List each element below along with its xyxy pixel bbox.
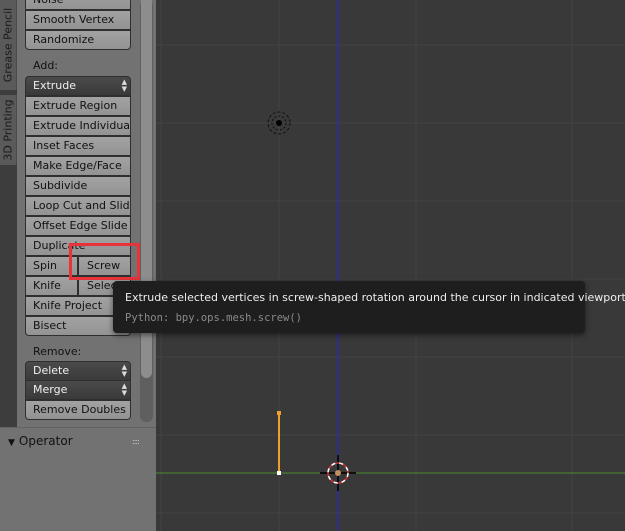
- extrude-dropdown-label: Extrude: [33, 79, 77, 92]
- remove-label: Remove:: [33, 345, 82, 358]
- operator-panel-header[interactable]: ▼ Operator: [8, 434, 73, 448]
- delete-dropdown[interactable]: Delete ▲ ▼: [25, 361, 131, 381]
- tooltip-description: Extrude selected vertices in screw-shape…: [125, 291, 625, 304]
- updown-arrows-icon: ▲ ▼: [121, 363, 127, 378]
- extrude-individual-button[interactable]: Extrude Individual: [25, 116, 131, 136]
- tooltip: Extrude selected vertices in screw-shape…: [113, 281, 625, 333]
- drag-grip-icon[interactable]: ::::: [132, 437, 140, 446]
- make-edge-face-button[interactable]: Make Edge/Face: [25, 156, 131, 176]
- 3d-cursor-icon[interactable]: [320, 455, 356, 491]
- offset-edge-slide-button[interactable]: Offset Edge Slide: [25, 216, 131, 236]
- tool-tabs: Grease Pencil 3D Printing: [0, 0, 17, 427]
- extrude-dropdown[interactable]: Extrude ▲ ▼: [25, 76, 131, 96]
- viewport-canvas: [156, 0, 625, 531]
- tooltip-python: Python: bpy.ops.mesh.screw(): [125, 312, 303, 324]
- merge-dropdown-label: Merge: [33, 383, 68, 396]
- updown-arrows-icon: ▲ ▼: [121, 78, 127, 93]
- grid: [156, 0, 625, 531]
- deform-column: Noise Smooth Vertex Randomize: [25, 0, 131, 50]
- smooth-vertex-button[interactable]: Smooth Vertex: [25, 10, 131, 30]
- tab-label: Grease Pencil: [1, 7, 15, 83]
- tab-grease-pencil[interactable]: Grease Pencil: [0, 0, 17, 90]
- 3d-viewport[interactable]: [156, 0, 625, 531]
- remove-doubles-button[interactable]: Remove Doubles: [25, 400, 131, 420]
- extrude-region-button[interactable]: Extrude Region: [25, 96, 131, 116]
- delete-dropdown-label: Delete: [33, 364, 70, 377]
- collapse-triangle-icon[interactable]: ▼: [8, 438, 15, 448]
- tool-shelf: Noise Smooth Vertex Randomize Add: Extru…: [17, 0, 156, 427]
- merge-dropdown[interactable]: Merge ▲ ▼: [25, 380, 131, 400]
- shelf-scrollbar[interactable]: [140, 0, 153, 422]
- subdivide-button[interactable]: Subdivide: [25, 176, 131, 196]
- randomize-button[interactable]: Randomize: [25, 30, 131, 50]
- tab-label: 3D Printing: [1, 99, 15, 161]
- operator-panel: ▼ Operator ::::: [0, 427, 156, 531]
- tab-3d-printing[interactable]: 3D Printing: [0, 95, 17, 165]
- remove-column: Delete ▲ ▼ Merge ▲ ▼ Remove Doubles: [25, 361, 131, 421]
- vertex-top: [277, 411, 281, 415]
- selected-edge[interactable]: [277, 411, 281, 475]
- add-label: Add:: [33, 59, 59, 72]
- inset-faces-button[interactable]: Inset Faces: [25, 136, 131, 156]
- vertex-active: [277, 471, 281, 475]
- loop-cut-slide-button[interactable]: Loop Cut and Slide: [25, 196, 131, 216]
- operator-title: Operator: [18, 434, 73, 448]
- noise-button[interactable]: Noise: [25, 0, 131, 10]
- screw-highlight-box: [69, 243, 140, 280]
- updown-arrows-icon: ▲ ▼: [121, 382, 127, 397]
